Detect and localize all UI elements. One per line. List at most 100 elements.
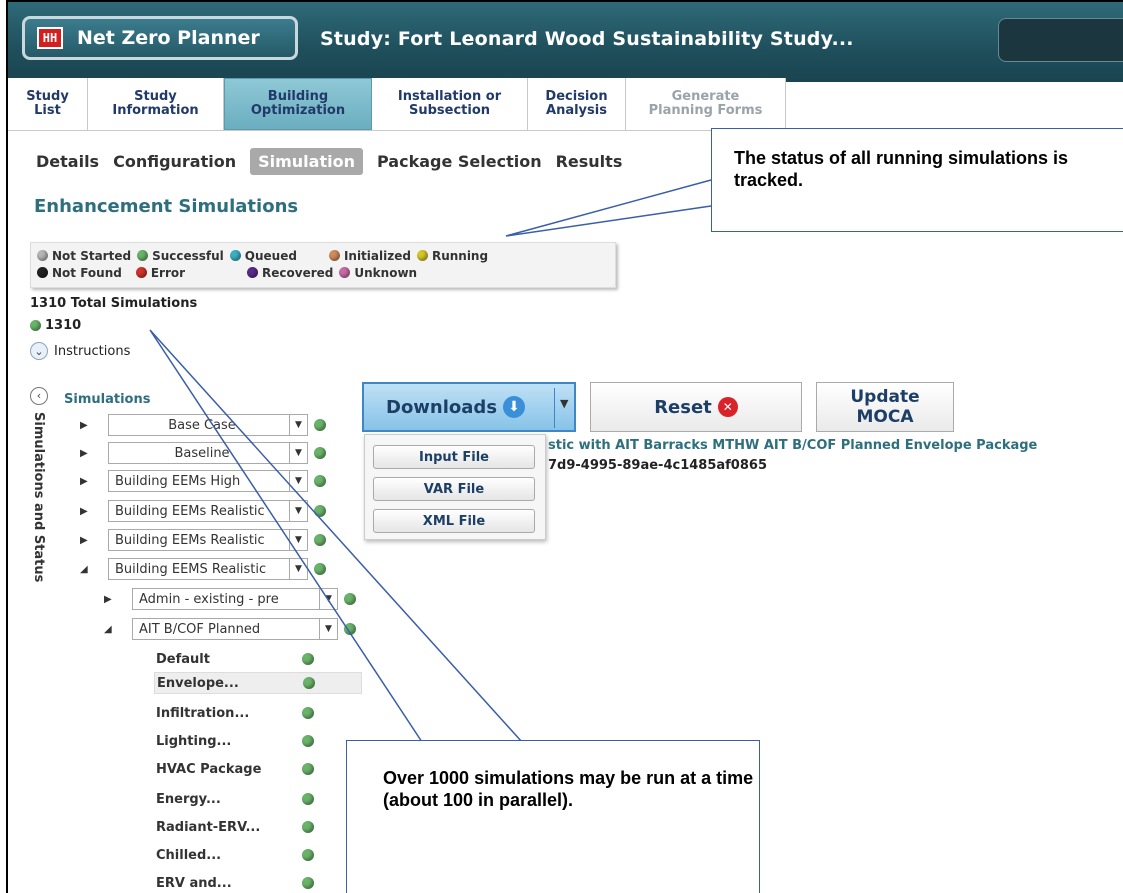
downloads-menu: Input File VAR File XML File bbox=[364, 434, 546, 540]
sub-tabs: Details Configuration Simulation Package… bbox=[36, 148, 636, 175]
tab-generate-planning-forms[interactable]: Generate Planning Forms bbox=[626, 78, 786, 130]
downloads-label: Downloads bbox=[386, 396, 498, 418]
app-home-button[interactable]: HH Net Zero Planner bbox=[22, 16, 298, 60]
tree-select[interactable]: AIT B/COF Planned ▼ bbox=[132, 618, 338, 640]
tree-row[interactable]: ▶ Admin - existing - pre ▼ bbox=[104, 588, 356, 610]
chevron-down-icon[interactable]: ▼ bbox=[289, 530, 307, 550]
caret-down-icon[interactable]: ▼ bbox=[560, 397, 568, 410]
collapse-arrow-icon[interactable]: ◢ bbox=[104, 624, 118, 635]
list-item[interactable]: HVAC Package bbox=[156, 758, 314, 780]
section-title: Enhancement Simulations bbox=[34, 196, 299, 217]
status-dot-icon bbox=[302, 707, 314, 719]
tab-study-information[interactable]: Study Information bbox=[88, 78, 224, 130]
legend-label: Error bbox=[150, 265, 186, 280]
title-bar: HH Net Zero Planner Study: Fort Leonard … bbox=[8, 2, 1123, 82]
list-item[interactable]: Energy... bbox=[156, 788, 314, 810]
list-item[interactable]: Default bbox=[156, 648, 314, 670]
tree-select[interactable]: Building EEMS Realistic ▼ bbox=[108, 558, 308, 580]
subtab-results[interactable]: Results bbox=[556, 152, 623, 171]
expand-arrow-icon[interactable]: ▶ bbox=[80, 448, 94, 459]
tab-label: Generate bbox=[671, 89, 740, 104]
status-dot-icon bbox=[302, 849, 314, 861]
tree-select[interactable]: Base Case ▼ bbox=[108, 414, 308, 436]
leaf-label: Energy... bbox=[156, 791, 221, 807]
status-dot-icon bbox=[302, 821, 314, 833]
tree-row[interactable]: ◢ AIT B/COF Planned ▼ bbox=[104, 618, 356, 640]
legend-unknown: Unknown bbox=[339, 266, 417, 280]
tree-select[interactable]: Building EEMs Realistic ▼ bbox=[108, 500, 308, 522]
yellow-dot-icon bbox=[416, 250, 428, 261]
legend-running: Running bbox=[416, 248, 489, 263]
reset-button[interactable]: Reset ✕ bbox=[590, 382, 802, 432]
expand-arrow-icon[interactable]: ▶ bbox=[80, 476, 94, 487]
chevron-down-icon[interactable]: ▼ bbox=[289, 415, 307, 435]
chevron-down-icon[interactable]: ⌄ bbox=[30, 342, 48, 360]
list-item[interactable]: Radiant-ERV... bbox=[156, 816, 314, 838]
tree-row[interactable]: ▶ Base Case ▼ bbox=[80, 414, 326, 436]
status-dot-icon bbox=[314, 419, 326, 431]
tree-row[interactable]: ◢ Building EEMS Realistic ▼ bbox=[80, 558, 326, 580]
legend-recovered: Recovered bbox=[247, 266, 333, 280]
menu-item-input-file[interactable]: Input File bbox=[373, 445, 535, 469]
list-item[interactable]: ERV and... bbox=[156, 872, 314, 893]
list-item[interactable]: Infiltration... bbox=[156, 702, 314, 724]
status-dot-icon bbox=[314, 563, 326, 575]
legend-queued: Queued bbox=[229, 248, 297, 263]
instructions-toggle[interactable]: ⌄ Instructions bbox=[30, 342, 130, 360]
collapse-panel-button[interactable]: ‹ bbox=[30, 384, 54, 405]
user-panel[interactable] bbox=[998, 18, 1123, 62]
status-dot-icon bbox=[302, 735, 314, 747]
legend-label: Running bbox=[431, 248, 489, 263]
legend-label: Successful bbox=[152, 248, 224, 263]
download-arrow-icon: ⬇ bbox=[503, 396, 526, 418]
subtab-configuration[interactable]: Configuration bbox=[113, 152, 236, 171]
tab-study-list[interactable]: Study List bbox=[8, 78, 88, 130]
tree-select-value: Admin - existing - pre bbox=[139, 591, 279, 607]
chevron-left-icon[interactable]: ‹ bbox=[30, 386, 48, 405]
tree-select[interactable]: Baseline ▼ bbox=[108, 442, 308, 464]
tab-building-optimization[interactable]: Building Optimization bbox=[224, 78, 372, 130]
subtab-details[interactable]: Details bbox=[36, 152, 99, 171]
tree-row[interactable]: ▶ Building EEMs High ▼ bbox=[80, 470, 326, 492]
downloads-button[interactable]: Downloads ⬇ ▼ bbox=[362, 382, 576, 432]
subtab-simulation[interactable]: Simulation bbox=[250, 148, 363, 175]
expand-arrow-icon[interactable]: ▶ bbox=[80, 420, 94, 431]
subtab-package-selection[interactable]: Package Selection bbox=[377, 152, 542, 171]
update-moca-button[interactable]: Update MOCA bbox=[816, 382, 954, 432]
list-item[interactable]: Envelope... bbox=[154, 672, 362, 694]
tree-select-value: Building EEMs High bbox=[115, 473, 241, 489]
menu-item-xml-file[interactable]: XML File bbox=[373, 509, 535, 533]
tree-select[interactable]: Building EEMs Realistic ▼ bbox=[108, 529, 308, 551]
tab-label: Decision bbox=[545, 89, 608, 104]
expand-arrow-icon[interactable]: ▶ bbox=[80, 506, 94, 517]
list-item[interactable]: Chilled... bbox=[156, 844, 314, 866]
status-dot-icon bbox=[314, 447, 326, 459]
chevron-down-icon[interactable]: ▼ bbox=[289, 471, 307, 491]
tree-select[interactable]: Building EEMs High ▼ bbox=[108, 470, 308, 492]
close-icon: ✕ bbox=[717, 397, 738, 417]
list-item[interactable]: Lighting... bbox=[156, 730, 314, 752]
menu-item-var-file[interactable]: VAR File bbox=[373, 477, 535, 501]
tree-select-value: Building EEMs Realistic bbox=[115, 532, 265, 548]
tab-label: Study bbox=[134, 89, 177, 104]
tab-label: Subsection bbox=[408, 103, 491, 118]
chevron-down-icon[interactable]: ▼ bbox=[319, 619, 337, 639]
expand-arrow-icon[interactable]: ▶ bbox=[80, 535, 94, 546]
tree-row[interactable]: ▶ Building EEMs Realistic ▼ bbox=[80, 500, 326, 522]
tab-decision-analysis[interactable]: Decision Analysis bbox=[528, 78, 626, 130]
chevron-down-icon[interactable]: ▼ bbox=[319, 589, 337, 609]
collapse-arrow-icon[interactable]: ◢ bbox=[80, 564, 94, 575]
chevron-down-icon[interactable]: ▼ bbox=[289, 501, 307, 521]
chevron-down-icon[interactable]: ▼ bbox=[289, 443, 307, 463]
tab-installation-subsection[interactable]: Installation or Subsection bbox=[372, 78, 528, 130]
tree-select[interactable]: Admin - existing - pre ▼ bbox=[132, 588, 338, 610]
chevron-down-icon[interactable]: ▼ bbox=[289, 559, 307, 579]
tree-row[interactable]: ▶ Building EEMs Realistic ▼ bbox=[80, 529, 326, 551]
legend-label: Not Found bbox=[52, 265, 122, 280]
split-divider bbox=[554, 388, 555, 428]
expand-arrow-icon[interactable]: ▶ bbox=[104, 594, 118, 605]
status-dot-icon bbox=[302, 653, 314, 665]
tab-label: Building bbox=[267, 89, 329, 104]
legend-label: Queued bbox=[244, 248, 297, 263]
tree-row[interactable]: ▶ Baseline ▼ bbox=[80, 442, 326, 464]
